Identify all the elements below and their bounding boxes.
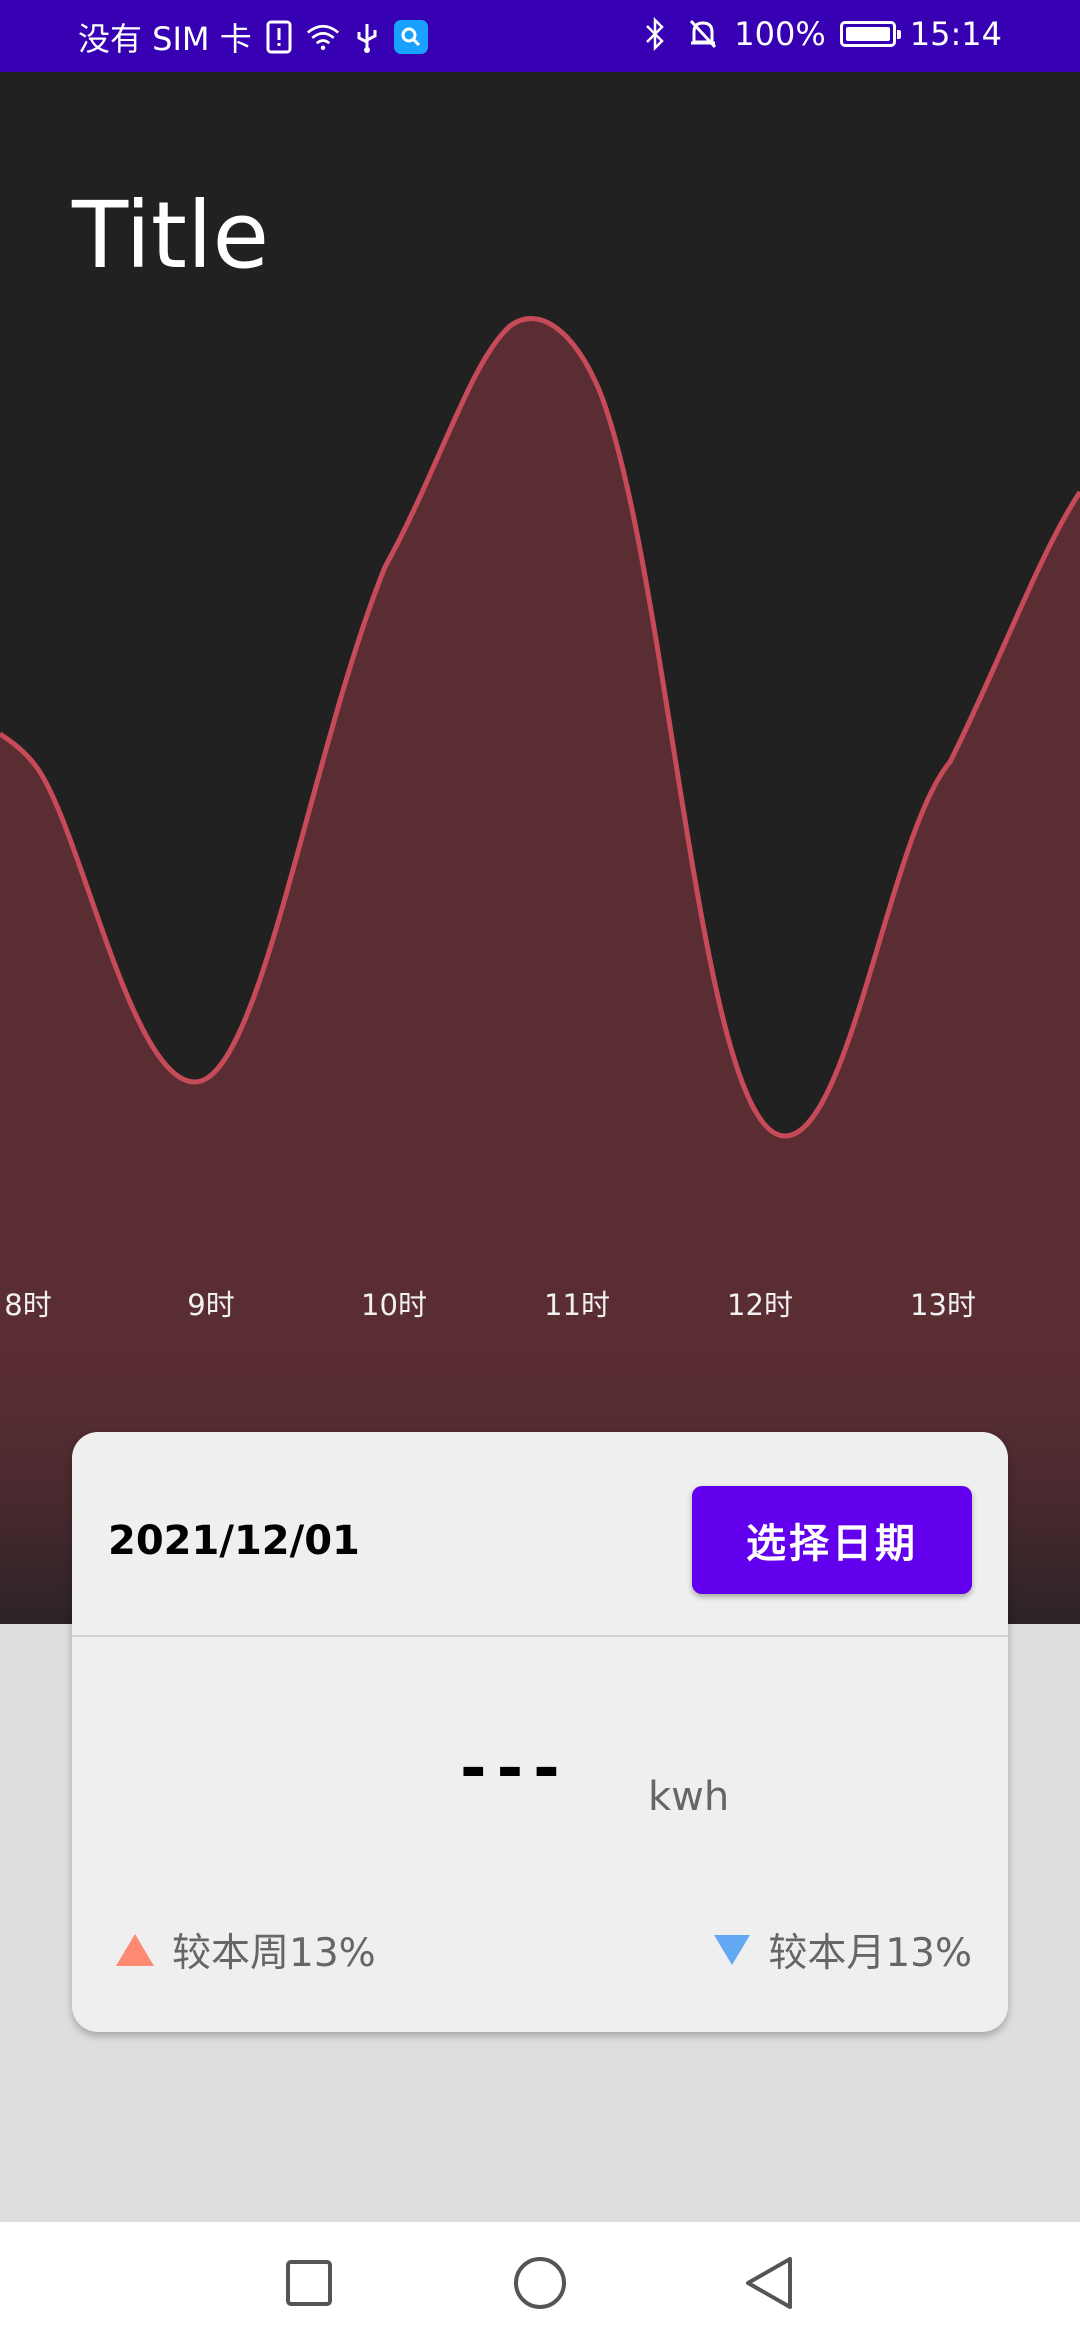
- x-tick-label: 8时: [4, 1288, 52, 1322]
- usb-icon: [350, 17, 384, 57]
- chart-area: Title 8时 9时 10时 11时 12时 13时: [0, 72, 1080, 1624]
- energy-card: 2021/12/01 选择日期 --- kwh 较本周13% 较本月13%: [72, 1432, 1008, 2032]
- trend-down-icon: [714, 1935, 751, 1965]
- x-tick-label: 13时: [910, 1288, 976, 1322]
- status-right: 100% 15:14: [638, 14, 1002, 54]
- navigation-bar: [0, 2222, 1080, 2340]
- compare-month: 较本月13%: [714, 1922, 972, 1978]
- battery-percent-text: 100%: [734, 15, 826, 53]
- bluetooth-icon: [638, 14, 672, 54]
- carrier-text: 没有 SIM 卡: [78, 20, 252, 58]
- compare-month-text: 较本月13%: [768, 1931, 972, 1976]
- area-chart: [0, 316, 1080, 1624]
- card-header: 2021/12/01 选择日期: [72, 1432, 1008, 1637]
- trend-up-icon: [116, 1934, 154, 1966]
- x-tick-label: 9时: [187, 1288, 235, 1322]
- compare-week-text: 较本周13%: [172, 1931, 376, 1976]
- x-tick-label: 12时: [727, 1288, 793, 1322]
- status-bar: 没有 SIM 卡 100% 15:14: [0, 0, 1080, 72]
- wifi-icon: [306, 17, 340, 57]
- sim-alert-icon: [262, 17, 296, 57]
- clock-text: 15:14: [909, 15, 1002, 53]
- energy-unit: kwh: [648, 1774, 730, 1820]
- energy-value: ---: [460, 1732, 570, 1806]
- compare-week: 较本周13%: [116, 1922, 376, 1978]
- selected-date: 2021/12/01: [108, 1518, 360, 1564]
- mute-icon: [686, 14, 720, 54]
- value-row: --- kwh: [72, 1732, 1008, 1832]
- battery-icon: [839, 21, 901, 47]
- back-triangle-icon[interactable]: [734, 2248, 804, 2318]
- recents-square-icon[interactable]: [274, 2248, 344, 2318]
- search-app-icon: [393, 20, 428, 54]
- home-circle-icon[interactable]: [505, 2248, 575, 2318]
- page-title: Title: [72, 182, 270, 289]
- x-tick-label: 11时: [544, 1288, 610, 1322]
- select-date-button[interactable]: 选择日期: [692, 1486, 972, 1594]
- status-left: 没有 SIM 卡: [78, 14, 428, 60]
- x-tick-label: 10时: [361, 1288, 427, 1322]
